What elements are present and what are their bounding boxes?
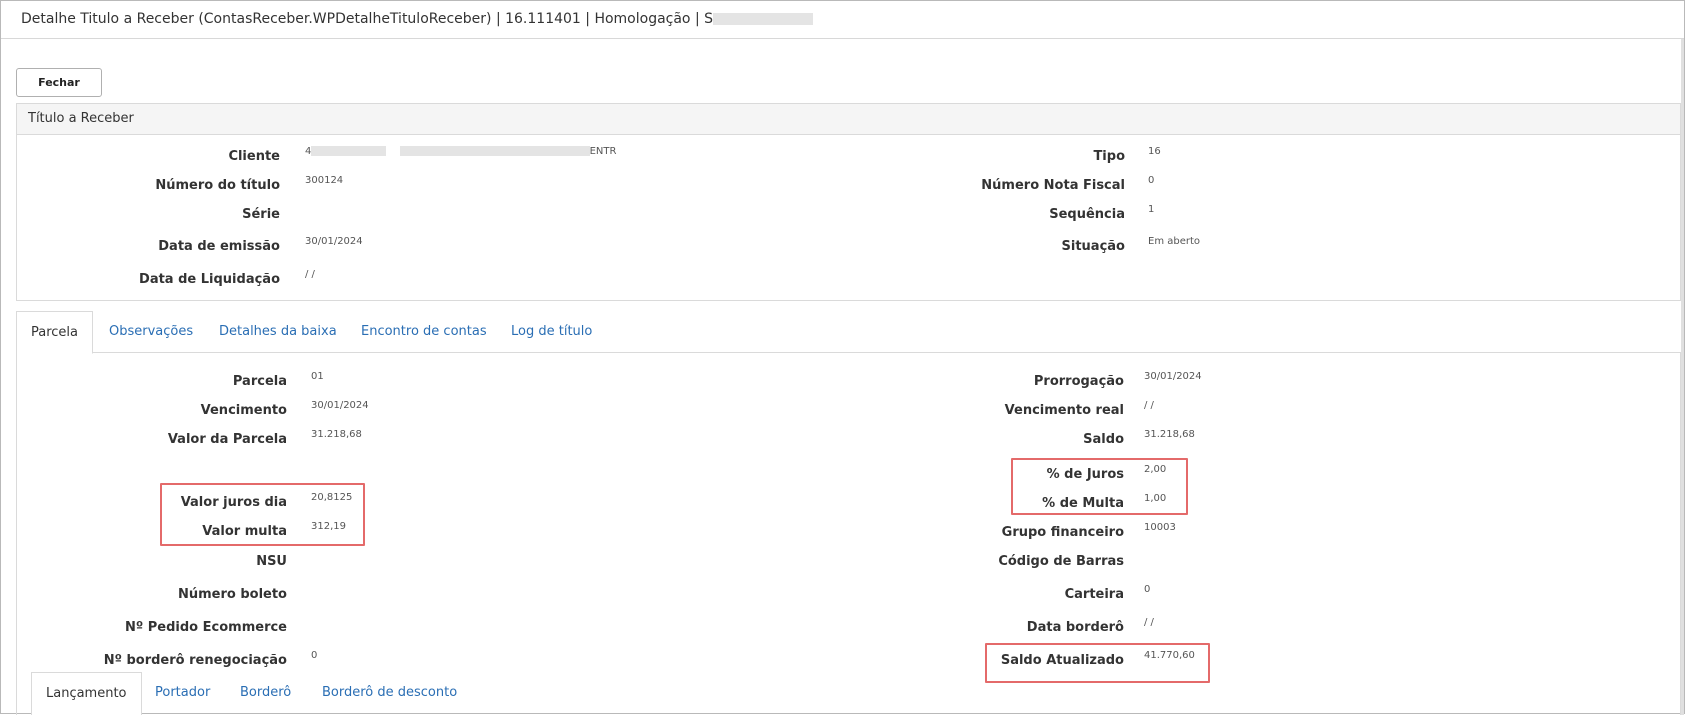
tipo-label: Tipo <box>1093 149 1125 164</box>
data-liquidacao-value: / / <box>305 269 315 280</box>
window-title: Detalhe Titulo a Receber (ContasReceber.… <box>21 11 714 27</box>
sequencia-label: Sequência <box>1049 207 1125 222</box>
valor-multa-value: 312,19 <box>311 521 346 532</box>
tab-lancamento[interactable]: Lançamento <box>31 672 142 715</box>
detail-tabs: Parcela Observações Detalhes da baixa En… <box>16 311 1681 354</box>
data-emissao-label: Data de emissão <box>158 239 280 254</box>
pct-juros-value: 2,00 <box>1144 464 1167 475</box>
tab-detalhes-baixa[interactable]: Detalhes da baixa <box>219 311 337 353</box>
window-title-bar: Detalhe Titulo a Receber (ContasReceber.… <box>1 1 1684 39</box>
nsu-label: NSU <box>256 554 287 569</box>
vencimento-real-value: / / <box>1144 400 1154 411</box>
panel-header: Título a Receber <box>17 104 1680 135</box>
grupo-financeiro-label: Grupo financeiro <box>1001 525 1124 540</box>
tab-bordero-desconto[interactable]: Borderô de desconto <box>322 672 457 715</box>
carteira-label: Carteira <box>1064 587 1124 602</box>
valor-parcela-value: 31.218,68 <box>311 429 362 440</box>
bordero-renegociacao-label: Nº borderô renegociação <box>103 653 287 668</box>
numero-titulo-value: 300124 <box>305 175 344 186</box>
parcela-label: Parcela <box>232 374 287 389</box>
parcela-content: Parcela 01 Vencimento 30/01/2024 Valor d… <box>16 352 1681 715</box>
sequencia-value: 1 <box>1148 204 1155 215</box>
cliente-label: Cliente <box>228 149 280 164</box>
tab-observacoes[interactable]: Observações <box>109 311 193 353</box>
data-bordero-value: / / <box>1144 617 1154 628</box>
close-button[interactable]: Fechar <box>16 68 102 97</box>
saldo-label: Saldo <box>1083 432 1124 447</box>
data-bordero-label: Data borderô <box>1026 620 1124 635</box>
tab-log-titulo[interactable]: Log de título <box>511 311 592 353</box>
numero-titulo-label: Número do título <box>155 178 280 193</box>
parcela-value: 01 <box>311 371 324 382</box>
tab-bordero[interactable]: Borderô <box>240 672 291 715</box>
bordero-renegociacao-value: 0 <box>311 650 318 661</box>
codigo-barras-label: Código de Barras <box>998 554 1124 569</box>
valor-juros-dia-label: Valor juros dia <box>180 495 287 510</box>
tab-encontro-contas[interactable]: Encontro de contas <box>361 311 487 353</box>
saldo-atualizado-value: 41.770,60 <box>1144 650 1195 661</box>
titulo-receber-panel: Título a Receber Cliente 4 ENTR Número d… <box>16 103 1681 301</box>
serie-label: Série <box>242 207 280 222</box>
situacao-value: Em aberto <box>1148 236 1201 247</box>
saldo-atualizado-label: Saldo Atualizado <box>1000 653 1124 668</box>
redacted-text <box>713 13 814 25</box>
numero-nf-value: 0 <box>1148 175 1155 186</box>
data-liquidacao-label: Data de Liquidação <box>139 272 280 287</box>
valor-multa-label: Valor multa <box>202 524 287 539</box>
carteira-value: 0 <box>1144 584 1151 595</box>
redacted-text <box>311 146 387 156</box>
valor-parcela-label: Valor da Parcela <box>167 432 287 447</box>
grupo-financeiro-value: 10003 <box>1144 522 1176 533</box>
saldo-value: 31.218,68 <box>1144 429 1195 440</box>
vencimento-value: 30/01/2024 <box>311 400 369 411</box>
pct-multa-label: % de Multa <box>1042 496 1124 511</box>
pct-juros-label: % de Juros <box>1046 467 1124 482</box>
numero-boleto-label: Número boleto <box>177 587 287 602</box>
window-frame: Detalhe Titulo a Receber (ContasReceber.… <box>0 0 1685 715</box>
prorrogacao-label: Prorrogação <box>1033 374 1124 389</box>
situacao-label: Situação <box>1061 239 1125 254</box>
pedido-ecommerce-label: Nº Pedido Ecommerce <box>125 620 287 635</box>
numero-nf-label: Número Nota Fiscal <box>981 178 1125 193</box>
valor-juros-dia-value: 20,8125 <box>311 492 353 503</box>
vencimento-label: Vencimento <box>200 403 287 418</box>
data-emissao-value: 30/01/2024 <box>305 236 363 247</box>
tipo-value: 16 <box>1148 146 1161 157</box>
prorrogacao-value: 30/01/2024 <box>1144 371 1202 382</box>
tab-parcela[interactable]: Parcela <box>16 311 94 354</box>
tab-portador[interactable]: Portador <box>155 672 210 715</box>
vencimento-real-label: Vencimento real <box>1004 403 1124 418</box>
pct-multa-value: 1,00 <box>1144 493 1167 504</box>
cliente-value: 4 ENTR <box>305 146 617 157</box>
redacted-text <box>399 146 590 156</box>
vertical-scrollbar[interactable] <box>1681 39 1684 715</box>
lancamento-tabs: Lançamento Portador Borderô Borderô de d… <box>31 672 1671 715</box>
